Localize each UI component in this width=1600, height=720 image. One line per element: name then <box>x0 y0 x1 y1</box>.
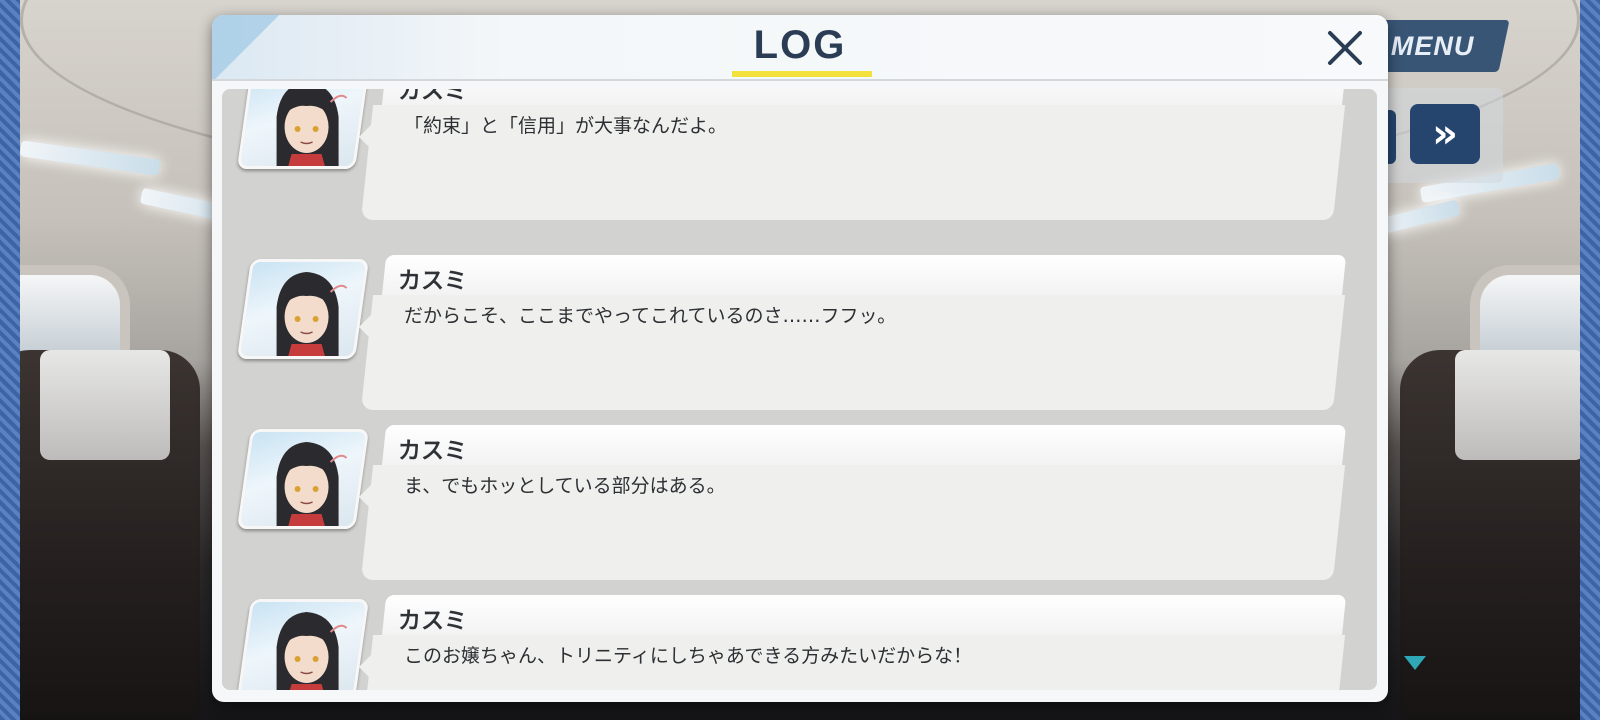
kasumi-portrait-icon <box>276 89 348 169</box>
speaker-name: カスミ <box>398 268 467 294</box>
name-tab <box>381 595 1347 637</box>
seat-headrest-cover <box>1455 350 1580 460</box>
message-text: 「約束」と「信用」が大事なんだよ。 <box>404 115 728 137</box>
bubble-tail <box>359 483 373 511</box>
message-text: だからこそ、ここまでやってこれているのさ……フフッ。 <box>404 305 897 327</box>
speaker-avatar <box>236 89 370 169</box>
menu-button-label: MENU <box>1391 30 1475 61</box>
log-entry: カスミ このお嬢ちゃん、トリニティにしちゃあできる方みたいだからな！ <box>222 595 1377 690</box>
seat-headrest-cover <box>40 350 170 460</box>
kasumi-portrait-icon <box>276 272 348 359</box>
bubble-tail <box>359 653 373 681</box>
fast-forward-icon: » <box>1432 111 1458 157</box>
speaker-avatar <box>236 259 370 359</box>
ceiling-light <box>20 140 161 176</box>
bubble-tail <box>359 123 373 151</box>
log-title: LOG <box>753 23 847 67</box>
title-underline <box>732 71 872 77</box>
log-header: LOG <box>212 15 1388 79</box>
name-tab <box>381 425 1347 467</box>
name-tab <box>381 255 1347 297</box>
speaker-avatar <box>236 599 370 690</box>
speaker-name: カスミ <box>398 89 467 104</box>
bubble-tail <box>359 313 373 341</box>
log-entry: カスミ ま、でもホッとしている部分はある。 <box>222 425 1377 585</box>
kasumi-portrait-icon <box>276 612 348 690</box>
right-border-stripe <box>1580 0 1600 720</box>
log-entry: カスミ だからこそ、ここまでやってこれているのさ……フフッ。 <box>222 255 1377 415</box>
close-button[interactable] <box>1322 25 1368 71</box>
kasumi-portrait-icon <box>276 442 348 529</box>
fast-forward-button[interactable]: » <box>1410 104 1480 164</box>
message-text: このお嬢ちゃん、トリニティにしちゃあできる方みたいだからな！ <box>404 645 973 667</box>
log-dialog: LOG カスミ 「約束」と「信用」が大事なんだよ。 カスミ だからこそ、ここまで… <box>212 15 1388 702</box>
down-triangle-icon <box>1404 656 1426 670</box>
speaker-name: カスミ <box>398 608 467 634</box>
speaker-name: カスミ <box>398 438 467 464</box>
speaker-avatar <box>236 429 370 529</box>
close-icon <box>1328 31 1362 65</box>
left-border-stripe <box>0 0 20 720</box>
log-entry: カスミ 「約束」と「信用」が大事なんだよ。 <box>222 89 1377 225</box>
header-divider <box>212 79 1388 81</box>
message-text: ま、でもホッとしている部分はある。 <box>404 475 726 497</box>
log-list[interactable]: カスミ 「約束」と「信用」が大事なんだよ。 カスミ だからこそ、ここまでやってこ… <box>222 89 1377 690</box>
